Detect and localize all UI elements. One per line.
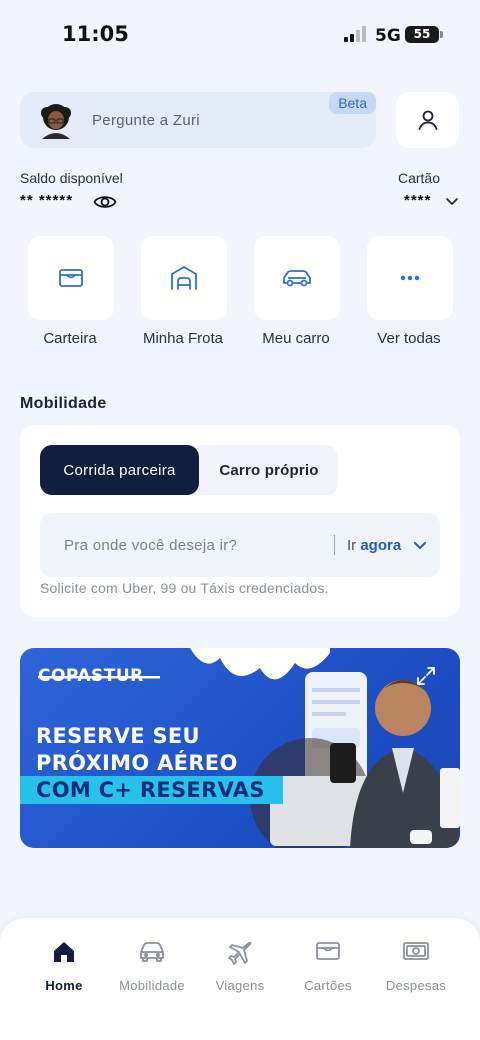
garage-icon [171, 266, 197, 290]
eye-icon[interactable] [93, 192, 117, 212]
assistant-search-bar[interactable]: Pergunte a Zuri Beta [20, 92, 376, 148]
mobility-title: Mobilidade [20, 395, 107, 412]
balance-value: ** ***** [20, 192, 74, 209]
status-time: 11:05 [62, 22, 129, 46]
nav-label-mobility: Mobilidade [119, 978, 185, 993]
car-icon [283, 270, 311, 287]
mobility-tabs: Corrida parceira Carro próprio [40, 445, 338, 495]
nav-expenses[interactable]: Despesas [368, 940, 464, 993]
departure-value: agora [360, 537, 402, 554]
tab-own-car[interactable]: Carro próprio [200, 445, 338, 495]
user-icon [418, 110, 437, 130]
nav-label-expenses: Despesas [385, 978, 447, 993]
departure-time-selector[interactable]: Ir agora [347, 537, 401, 554]
shortcut-label-wallet: Carteira [43, 330, 97, 347]
banner-brand-strike [38, 676, 160, 679]
banner-line-3: COM C+ RESERVAS [20, 776, 283, 804]
card-label: Cartão [397, 170, 440, 186]
destination-placeholder: Pra onde você deseja ir? [64, 537, 238, 554]
car-icon [140, 942, 164, 962]
divider [334, 535, 335, 555]
chevron-down-icon[interactable] [445, 194, 459, 208]
status-bar: 11:05 5G 55 [0, 0, 480, 70]
shortcut-label-see-all: Ver todas [377, 330, 441, 347]
tab-partner-ride[interactable]: Corrida parceira [40, 445, 199, 495]
chevron-down-icon[interactable] [413, 540, 427, 552]
nav-mobility[interactable]: Mobilidade [104, 940, 200, 993]
network-type: 5G [375, 26, 401, 46]
banner-line-2: PRÓXIMO AÉREO [36, 751, 238, 775]
expand-icon[interactable] [416, 666, 436, 686]
shortcut-wallet[interactable] [28, 236, 114, 320]
balance-label: Saldo disponível [20, 170, 123, 186]
shortcut-label-fleet: Minha Frota [142, 330, 224, 347]
bottom-navigation: Home Mobilidade Viagens Cartões Despesas [0, 918, 480, 1040]
shortcut-see-all[interactable] [367, 236, 453, 320]
banner-line-1: RESERVE SEU [36, 724, 200, 748]
promo-banner[interactable]: COPASTUR RESERVE SEU PRÓXIMO AÉREO COM C… [20, 648, 460, 848]
money-icon [403, 942, 429, 960]
battery-icon: 55 [405, 26, 439, 43]
beta-badge: Beta [329, 92, 376, 114]
wallet-icon [59, 269, 83, 287]
nav-trips[interactable]: Viagens [192, 940, 288, 993]
card-icon [316, 942, 340, 960]
departure-prefix: Ir [347, 537, 357, 554]
card-value[interactable]: **** [404, 192, 431, 209]
more-icon [400, 275, 420, 281]
nav-label-trips: Viagens [215, 978, 265, 993]
battery-tip [440, 31, 443, 38]
nav-home[interactable]: Home [16, 940, 112, 993]
mobility-card: Corrida parceira Carro próprio Pra onde … [20, 425, 460, 617]
shortcut-fleet[interactable] [141, 236, 227, 320]
shortcut-my-car[interactable] [254, 236, 340, 320]
assistant-placeholder: Pergunte a Zuri [92, 112, 200, 129]
plane-icon [228, 941, 252, 965]
nav-cards[interactable]: Cartões [280, 940, 376, 993]
signal-icon [344, 26, 366, 42]
mobility-hint: Solicite com Uber, 99 ou Táxis credencia… [40, 580, 329, 596]
destination-input[interactable]: Pra onde você deseja ir? Ir agora [40, 513, 440, 577]
home-icon [54, 942, 74, 962]
zuri-avatar-icon [41, 104, 71, 139]
nav-label-home: Home [45, 978, 83, 993]
shortcut-label-my-car: Meu carro [262, 330, 330, 347]
profile-button[interactable] [396, 92, 459, 148]
nav-label-cards: Cartões [304, 978, 352, 993]
